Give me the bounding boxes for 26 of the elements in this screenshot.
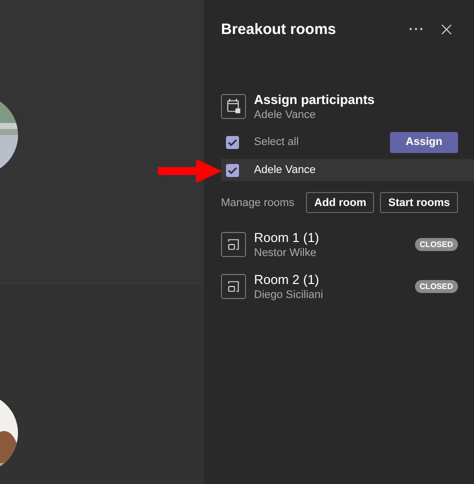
room-action-button[interactable]: Add room (306, 192, 374, 213)
pointer-arrow (158, 159, 222, 183)
checkbox[interactable] (226, 136, 239, 148)
room-member: Nestor Wilke (254, 247, 318, 259)
assign-title: Assign participants (254, 92, 375, 107)
room-action-button[interactable]: Start rooms (380, 192, 458, 213)
room-icon (221, 232, 246, 257)
assign-button[interactable]: Assign (390, 132, 458, 152)
more-options-icon[interactable] (409, 27, 423, 31)
room-member: Diego Siciliani (254, 289, 324, 301)
room-name: Room 1 (1) (254, 230, 320, 245)
close-icon[interactable] (441, 24, 452, 34)
panel-title: Breakout rooms (221, 20, 338, 38)
participant-row[interactable]: Adele Vance (221, 159, 474, 181)
room-item[interactable]: Room 1 (1) Nestor Wilke CLOSED (221, 230, 474, 259)
calendar-icon (221, 94, 246, 119)
room-name: Room 2 (1) (254, 272, 320, 287)
participant-name: Adele Vance (254, 164, 317, 176)
manage-rooms-label: Manage rooms (221, 196, 296, 208)
assign-subtitle: Adele Vance (254, 109, 317, 121)
select-all-label: Select all (254, 136, 300, 148)
room-item[interactable]: Room 2 (1) Diego Siciliani CLOSED (221, 272, 474, 301)
status-badge: CLOSED (414, 238, 458, 251)
checkbox[interactable] (226, 164, 239, 176)
status-badge: CLOSED (414, 280, 458, 293)
room-icon (221, 274, 246, 299)
